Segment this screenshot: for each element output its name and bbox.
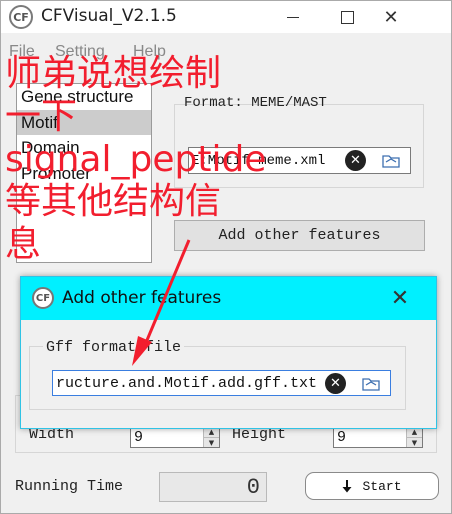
annotation-arrow-icon <box>132 239 191 366</box>
